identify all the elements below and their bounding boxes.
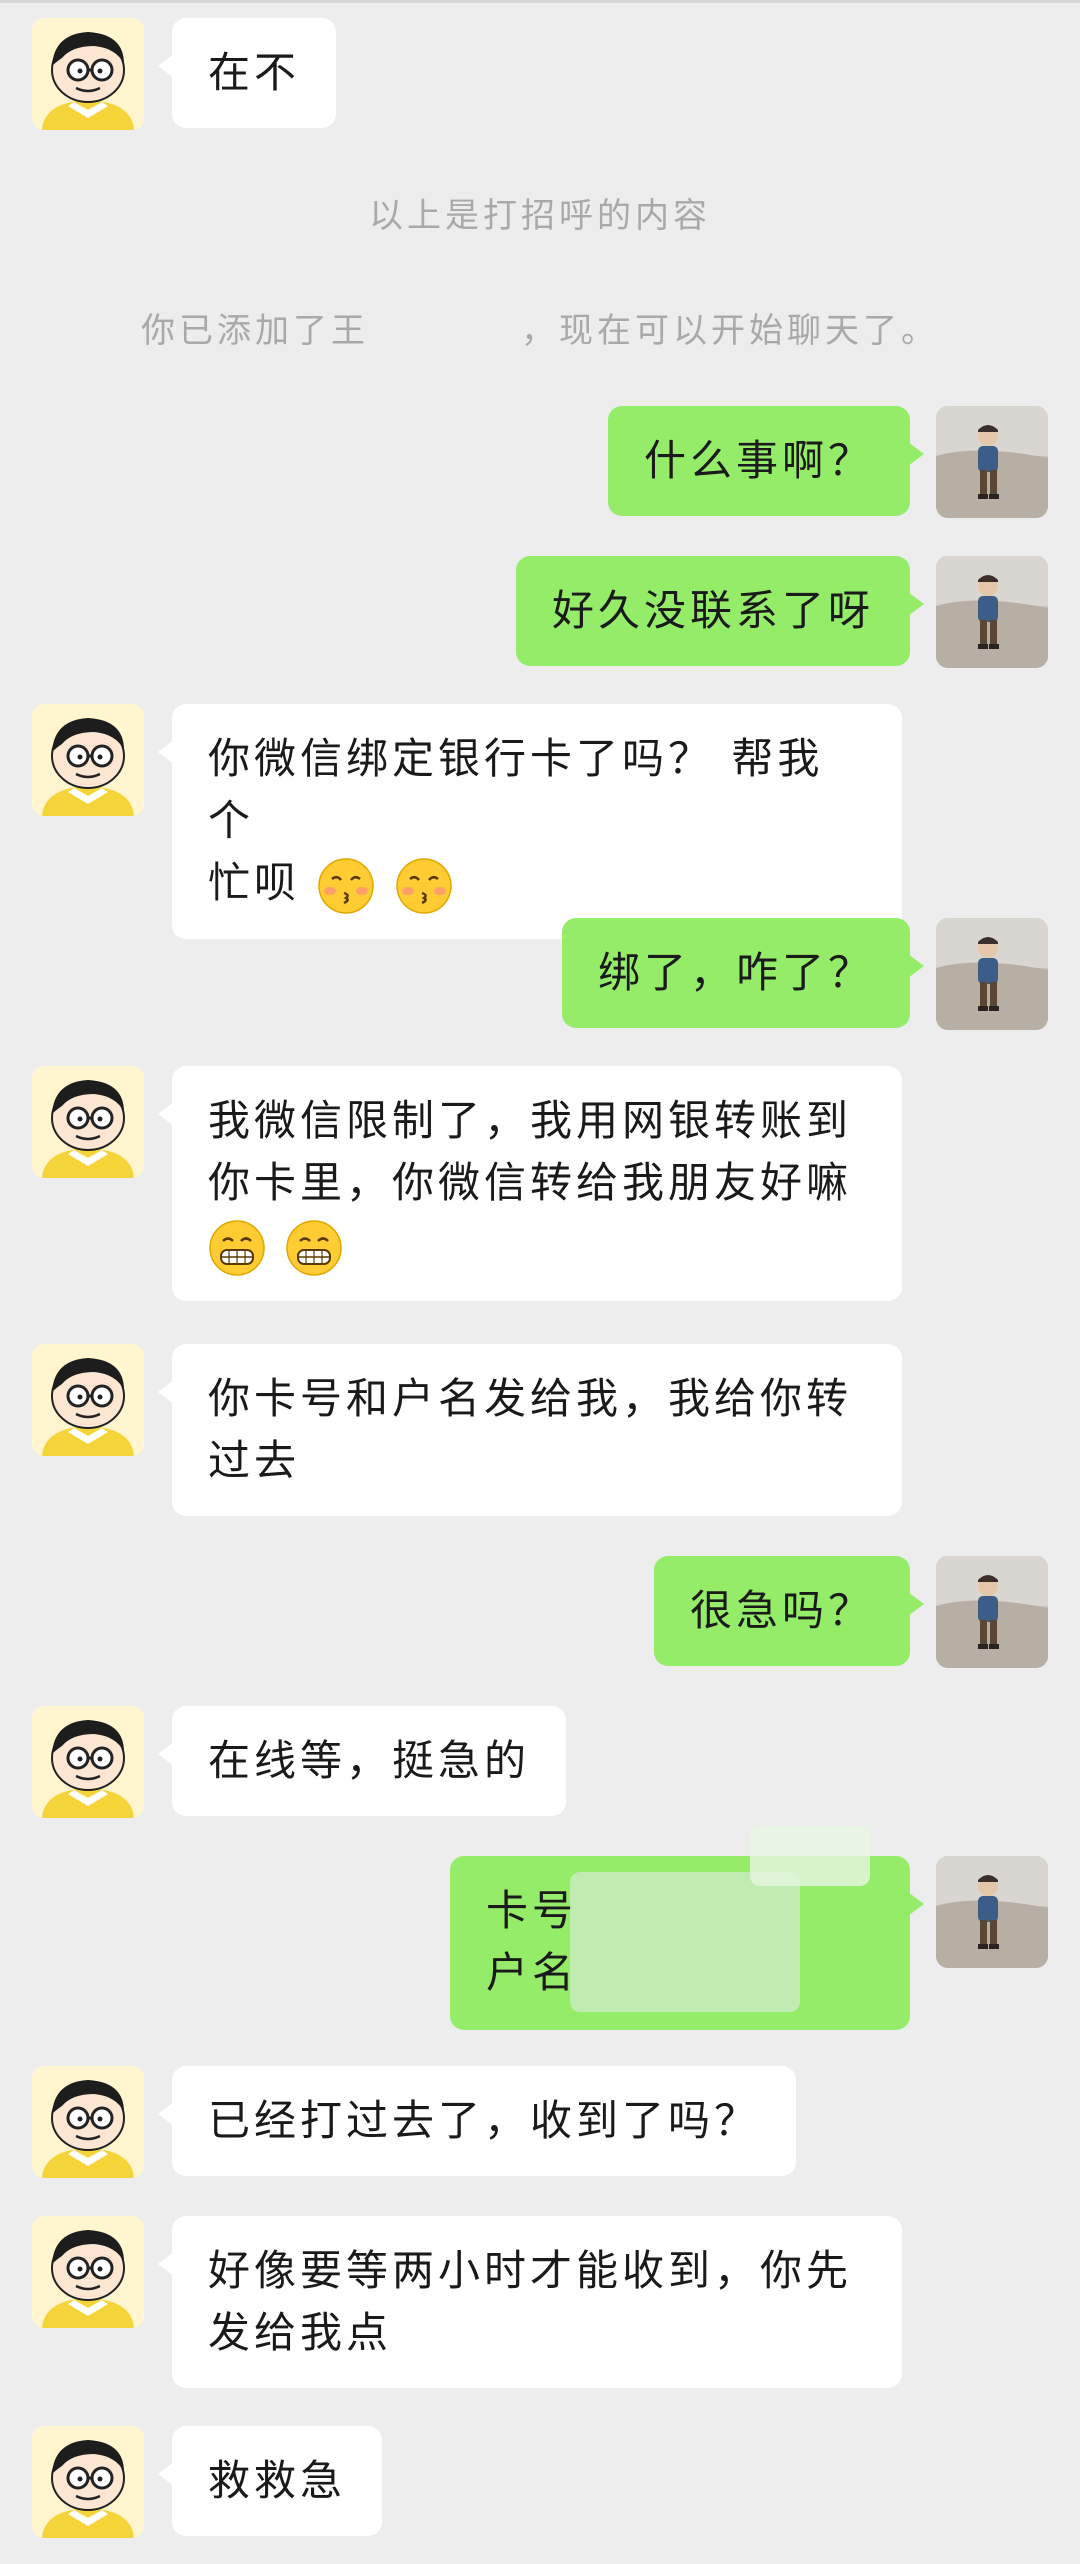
message-emoji-line: [208, 1214, 866, 1277]
message-text-line: 忙呗: [208, 852, 866, 915]
child-photo-avatar-icon: [936, 1556, 1048, 1668]
self-avatar[interactable]: [936, 1556, 1048, 1668]
message-text: 忙呗: [208, 858, 301, 907]
message-text-line: 你微信绑定银行卡了吗？ 帮我个: [208, 734, 824, 845]
cartoon-boy-avatar-icon: [32, 704, 144, 816]
contact-avatar[interactable]: [32, 18, 144, 130]
message-text-line: 我微信限制了，我用网银转账到: [208, 1096, 853, 1145]
cartoon-boy-avatar-icon: [32, 2066, 144, 2178]
message-bubble-incoming[interactable]: 你卡号和户名发给我，我给你转 过去: [158, 1344, 902, 1516]
message-bubble-incoming[interactable]: 好像要等两小时才能收到，你先 发给我点: [158, 2216, 902, 2388]
message-bubble-outgoing[interactable]: 什么事啊？: [607, 406, 925, 516]
cartoon-boy-avatar-icon: [32, 1066, 144, 1178]
cartoon-boy-avatar-icon: [32, 18, 144, 130]
top-divider: [0, 0, 1080, 3]
child-photo-avatar-icon: [936, 556, 1048, 668]
message-text-line: 过去: [208, 1436, 301, 1485]
cartoon-boy-avatar-icon: [32, 2426, 144, 2538]
cartoon-boy-avatar-icon: [32, 2216, 144, 2328]
child-photo-avatar-icon: [936, 1856, 1048, 1968]
cartoon-boy-avatar-icon: [32, 1706, 144, 1818]
redaction-mosaic: [750, 1826, 870, 1886]
child-photo-avatar-icon: [936, 918, 1048, 1030]
self-avatar[interactable]: [936, 406, 1048, 518]
grinning-emoji-icon: [208, 1219, 266, 1277]
message-text-line: 你卡号和户名发给我，我给你转: [208, 1374, 853, 1423]
contact-avatar[interactable]: [32, 2216, 144, 2328]
redaction-mosaic: [570, 1872, 800, 2012]
child-photo-avatar-icon: [936, 406, 1048, 518]
kissing-emoji-icon: [317, 857, 375, 915]
self-avatar[interactable]: [936, 556, 1048, 668]
cartoon-boy-avatar-icon: [32, 1344, 144, 1456]
message-bubble-outgoing[interactable]: 卡号 户名: [450, 1826, 924, 2030]
message-bubble-outgoing[interactable]: 好久没联系了呀: [515, 556, 925, 666]
grinning-emoji-icon: [285, 1219, 343, 1277]
contact-avatar[interactable]: [32, 1706, 144, 1818]
contact-avatar[interactable]: [32, 2426, 144, 2538]
message-bubble-incoming[interactable]: 在线等，挺急的: [157, 1706, 567, 1816]
message-bubble-incoming[interactable]: 你微信绑定银行卡了吗？ 帮我个 忙呗: [158, 704, 902, 939]
system-added-note: 你已添加了王 ，现在可以开始聊天了。: [141, 311, 939, 351]
kissing-emoji-icon: [395, 857, 453, 915]
message-bubble-incoming[interactable]: 已经打过去了，收到了吗？: [157, 2066, 797, 2176]
self-avatar[interactable]: [936, 1856, 1048, 1968]
message-bubble-incoming[interactable]: 我微信限制了，我用网银转账到 你卡里，你微信转给我朋友好嘛: [158, 1066, 902, 1301]
contact-avatar[interactable]: [32, 2066, 144, 2178]
system-greeting-note: 以上是打招呼的内容: [369, 196, 711, 236]
message-text-line: 好像要等两小时才能收到，你先: [208, 2246, 853, 2295]
self-avatar[interactable]: [936, 918, 1048, 1030]
message-bubble-outgoing[interactable]: 很急吗？: [653, 1556, 925, 1666]
message-bubble-outgoing[interactable]: 绑了，咋了？: [561, 918, 925, 1028]
contact-avatar[interactable]: [32, 1344, 144, 1456]
contact-avatar[interactable]: [32, 1066, 144, 1178]
message-bubble-incoming[interactable]: 救救急: [157, 2426, 383, 2536]
message-bubble-incoming[interactable]: 在不: [157, 18, 337, 128]
message-text-line: 发给我点: [208, 2308, 393, 2357]
message-text-line: 你卡里，你微信转给我朋友好嘛: [208, 1158, 853, 1207]
contact-avatar[interactable]: [32, 704, 144, 816]
